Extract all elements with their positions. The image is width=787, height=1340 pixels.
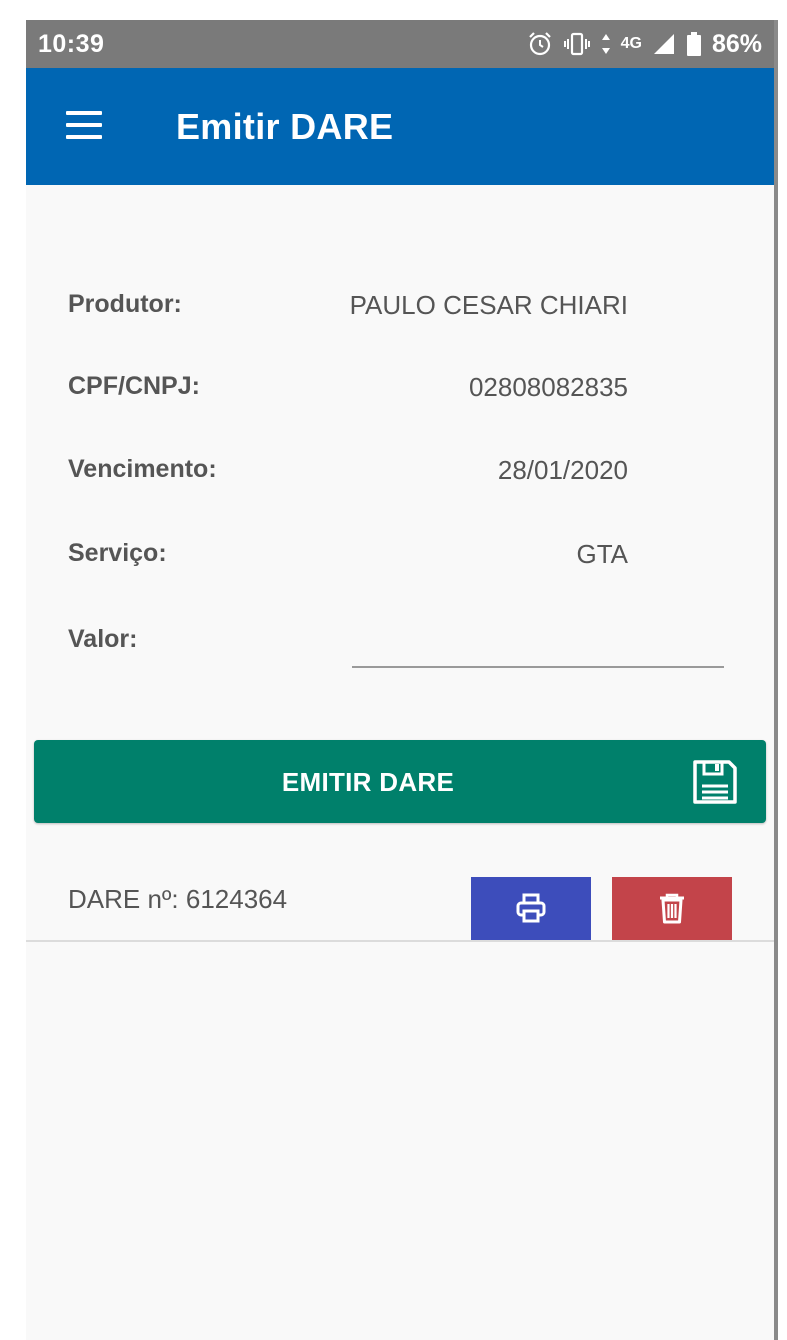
field-label: Vencimento: — [68, 455, 217, 483]
field-value: GTA — [576, 539, 628, 569]
field-vencimento: Vencimento: 28/01/2020 — [26, 455, 774, 495]
emit-dare-button[interactable]: EMITIR DARE — [34, 740, 766, 823]
list-item: DARE nº: 6124364 — [26, 860, 774, 942]
signal-icon — [653, 34, 674, 54]
print-button[interactable] — [471, 877, 591, 940]
status-icons: 4G 86% — [527, 28, 762, 60]
data-transfer-icon — [601, 34, 610, 54]
status-time: 10:39 — [38, 30, 105, 58]
field-label: Produtor: — [68, 290, 182, 318]
battery-icon — [686, 32, 701, 56]
app-screen: 10:39 4G 86% Emitir DARE Produtor: PAULO… — [26, 20, 774, 1340]
trash-icon — [660, 893, 684, 924]
app-bar: Emitir DARE — [26, 68, 774, 185]
status-bar: 10:39 4G 86% — [26, 20, 774, 68]
field-servico: Serviço: GTA — [26, 539, 774, 579]
battery-percent: 86% — [711, 29, 762, 58]
field-label: Serviço: — [68, 539, 167, 567]
printer-icon — [516, 893, 546, 923]
field-value: 02808082835 — [468, 372, 628, 402]
network-label: 4G — [620, 35, 642, 52]
vibrate-icon — [563, 32, 590, 56]
delete-button[interactable] — [612, 877, 732, 940]
floppy-disk-icon — [693, 760, 737, 804]
field-value: 28/01/2020 — [497, 455, 628, 485]
field-label: Valor: — [68, 625, 138, 653]
field-label: CPF/CNPJ: — [68, 372, 200, 400]
window-edge — [774, 20, 778, 1340]
alarm-icon — [528, 32, 551, 56]
hamburger-menu-icon[interactable] — [64, 107, 104, 143]
dare-number: DARE nº: 6124364 — [68, 884, 288, 914]
field-value: PAULO CESAR CHIARI — [349, 290, 628, 320]
emit-dare-label: EMITIR DARE — [281, 767, 455, 797]
valor-input[interactable] — [352, 624, 724, 668]
field-cpf-cnpj: CPF/CNPJ: 02808082835 — [26, 372, 774, 412]
page-title: Emitir DARE — [176, 106, 394, 147]
field-produtor: Produtor: PAULO CESAR CHIARI — [26, 290, 774, 330]
